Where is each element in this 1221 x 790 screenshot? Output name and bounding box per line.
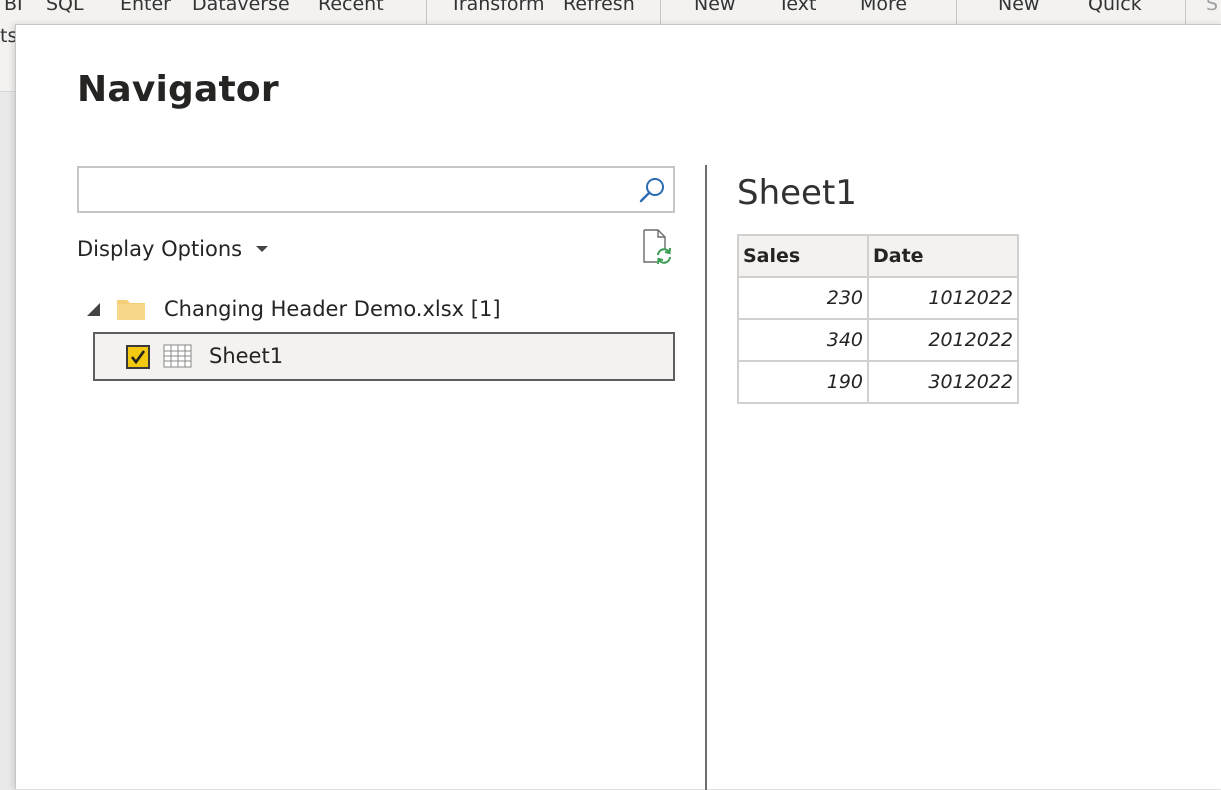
expand-triangle-icon[interactable] bbox=[87, 302, 100, 316]
search-icon[interactable] bbox=[637, 175, 667, 205]
table-cell: 230 bbox=[737, 276, 869, 320]
sheet1-checkbox[interactable] bbox=[126, 345, 150, 369]
ribbon-item-sensitivity[interactable]: S bbox=[1206, 0, 1218, 16]
table-cell: 190 bbox=[737, 360, 869, 404]
ribbon-separator bbox=[426, 0, 427, 24]
table-cell: 1012022 bbox=[867, 276, 1019, 320]
preview-title: Sheet1 bbox=[737, 173, 857, 213]
ribbon-separator bbox=[956, 0, 957, 24]
ribbon-separator bbox=[660, 0, 661, 24]
display-options-dropdown[interactable]: Display Options bbox=[77, 233, 269, 265]
navigator-dialog: Navigator Display Options Changing Heade… bbox=[15, 24, 1221, 790]
ribbon-item-new-visual[interactable]: New bbox=[694, 0, 735, 16]
ribbon-item-bi[interactable]: BI bbox=[4, 0, 23, 16]
tree-root-label: Changing Header Demo.xlsx [1] bbox=[164, 297, 501, 321]
preview-table: Sales Date 230 1012022 340 2012022 190 3… bbox=[737, 234, 1019, 404]
tree-root-file[interactable]: Changing Header Demo.xlsx [1] bbox=[86, 293, 501, 325]
table-cell: 340 bbox=[737, 318, 869, 362]
dialog-title: Navigator bbox=[77, 69, 279, 110]
ribbon-item-dataverse[interactable]: Dataverse bbox=[192, 0, 290, 16]
chevron-down-icon bbox=[256, 246, 269, 252]
table-header-row: Sales Date bbox=[737, 234, 1019, 278]
table-cell: 2012022 bbox=[867, 318, 1019, 362]
checkmark-icon bbox=[130, 350, 146, 365]
ribbon-separator bbox=[1185, 0, 1186, 24]
table-icon bbox=[163, 344, 192, 368]
table-row: 340 2012022 bbox=[737, 318, 1019, 362]
ribbon-item-quick-measure[interactable]: Quick bbox=[1088, 0, 1142, 16]
ribbon-item-more-visuals[interactable]: More bbox=[860, 0, 907, 16]
search-input[interactable] bbox=[83, 172, 631, 207]
column-header-date: Date bbox=[867, 234, 1019, 278]
ribbon-item-refresh[interactable]: Refresh bbox=[563, 0, 635, 16]
table-row: 230 1012022 bbox=[737, 276, 1019, 320]
table-cell: 3012022 bbox=[867, 360, 1019, 404]
ribbon-item-enter[interactable]: Enter bbox=[120, 0, 171, 16]
pane-splitter[interactable] bbox=[705, 165, 707, 790]
column-header-sales: Sales bbox=[737, 234, 869, 278]
ribbon-item-new-measure[interactable]: New bbox=[998, 0, 1039, 16]
refresh-file-icon[interactable] bbox=[641, 229, 673, 265]
tree-item-label: Sheet1 bbox=[209, 344, 284, 368]
folder-icon bbox=[117, 300, 145, 320]
display-options-label: Display Options bbox=[77, 237, 243, 261]
tree-item-sheet1[interactable]: Sheet1 bbox=[93, 332, 675, 381]
ribbon-item-sql[interactable]: SQL bbox=[46, 0, 84, 16]
ribbon-item-transform[interactable]: Transform bbox=[450, 0, 545, 16]
search-box bbox=[77, 166, 675, 213]
table-row: 190 3012022 bbox=[737, 360, 1019, 404]
ribbon-item-recent[interactable]: Recent bbox=[318, 0, 384, 16]
ribbon-item-text-box[interactable]: Text bbox=[778, 0, 816, 16]
